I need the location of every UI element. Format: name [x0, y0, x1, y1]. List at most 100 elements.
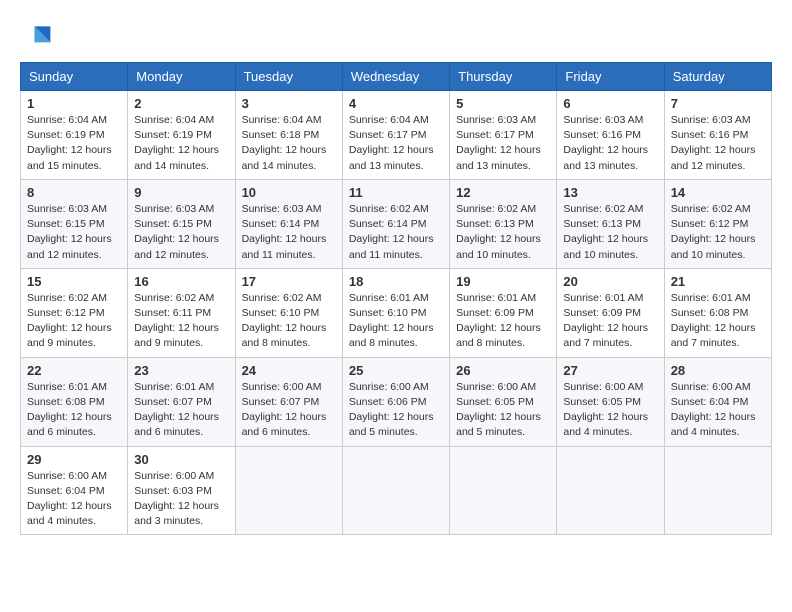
day-number: 13: [563, 185, 657, 200]
day-info: Sunrise: 6:02 AM Sunset: 6:12 PM Dayligh…: [671, 202, 765, 263]
calendar-cell: 4 Sunrise: 6:04 AM Sunset: 6:17 PM Dayli…: [342, 91, 449, 180]
calendar-cell: 16 Sunrise: 6:02 AM Sunset: 6:11 PM Dayl…: [128, 268, 235, 357]
day-info: Sunrise: 6:02 AM Sunset: 6:10 PM Dayligh…: [242, 291, 336, 352]
day-number: 2: [134, 96, 228, 111]
calendar-cell: 29 Sunrise: 6:00 AM Sunset: 6:04 PM Dayl…: [21, 446, 128, 535]
day-info: Sunrise: 6:01 AM Sunset: 6:07 PM Dayligh…: [134, 380, 228, 441]
weekday-header: Monday: [128, 63, 235, 91]
day-number: 27: [563, 363, 657, 378]
calendar-cell: 10 Sunrise: 6:03 AM Sunset: 6:14 PM Dayl…: [235, 179, 342, 268]
calendar-cell: 3 Sunrise: 6:04 AM Sunset: 6:18 PM Dayli…: [235, 91, 342, 180]
day-info: Sunrise: 6:03 AM Sunset: 6:15 PM Dayligh…: [134, 202, 228, 263]
day-number: 10: [242, 185, 336, 200]
calendar-cell: 7 Sunrise: 6:03 AM Sunset: 6:16 PM Dayli…: [664, 91, 771, 180]
calendar-cell: 18 Sunrise: 6:01 AM Sunset: 6:10 PM Dayl…: [342, 268, 449, 357]
day-info: Sunrise: 6:01 AM Sunset: 6:09 PM Dayligh…: [456, 291, 550, 352]
day-number: 29: [27, 452, 121, 467]
calendar-cell: 8 Sunrise: 6:03 AM Sunset: 6:15 PM Dayli…: [21, 179, 128, 268]
calendar-cell: [235, 446, 342, 535]
calendar-cell: 27 Sunrise: 6:00 AM Sunset: 6:05 PM Dayl…: [557, 357, 664, 446]
day-number: 7: [671, 96, 765, 111]
logo-icon: [20, 20, 52, 52]
calendar-cell: 12 Sunrise: 6:02 AM Sunset: 6:13 PM Dayl…: [450, 179, 557, 268]
day-info: Sunrise: 6:03 AM Sunset: 6:16 PM Dayligh…: [671, 113, 765, 174]
day-number: 15: [27, 274, 121, 289]
day-number: 12: [456, 185, 550, 200]
day-number: 4: [349, 96, 443, 111]
day-number: 26: [456, 363, 550, 378]
day-number: 1: [27, 96, 121, 111]
weekday-header: Sunday: [21, 63, 128, 91]
day-info: Sunrise: 6:02 AM Sunset: 6:13 PM Dayligh…: [563, 202, 657, 263]
day-info: Sunrise: 6:03 AM Sunset: 6:15 PM Dayligh…: [27, 202, 121, 263]
calendar-table: SundayMondayTuesdayWednesdayThursdayFrid…: [20, 62, 772, 535]
day-number: 11: [349, 185, 443, 200]
day-info: Sunrise: 6:04 AM Sunset: 6:19 PM Dayligh…: [27, 113, 121, 174]
calendar-cell: 14 Sunrise: 6:02 AM Sunset: 6:12 PM Dayl…: [664, 179, 771, 268]
day-number: 30: [134, 452, 228, 467]
calendar-cell: [557, 446, 664, 535]
day-number: 17: [242, 274, 336, 289]
calendar-cell: 5 Sunrise: 6:03 AM Sunset: 6:17 PM Dayli…: [450, 91, 557, 180]
calendar-cell: 23 Sunrise: 6:01 AM Sunset: 6:07 PM Dayl…: [128, 357, 235, 446]
logo: [20, 20, 56, 52]
day-number: 22: [27, 363, 121, 378]
day-number: 9: [134, 185, 228, 200]
day-info: Sunrise: 6:00 AM Sunset: 6:04 PM Dayligh…: [671, 380, 765, 441]
weekday-header: Saturday: [664, 63, 771, 91]
calendar-cell: [664, 446, 771, 535]
calendar-cell: [450, 446, 557, 535]
calendar-cell: 20 Sunrise: 6:01 AM Sunset: 6:09 PM Dayl…: [557, 268, 664, 357]
calendar-cell: 2 Sunrise: 6:04 AM Sunset: 6:19 PM Dayli…: [128, 91, 235, 180]
calendar-cell: 9 Sunrise: 6:03 AM Sunset: 6:15 PM Dayli…: [128, 179, 235, 268]
calendar-cell: [342, 446, 449, 535]
day-number: 23: [134, 363, 228, 378]
day-info: Sunrise: 6:02 AM Sunset: 6:14 PM Dayligh…: [349, 202, 443, 263]
weekday-header: Tuesday: [235, 63, 342, 91]
weekday-header: Thursday: [450, 63, 557, 91]
day-info: Sunrise: 6:02 AM Sunset: 6:12 PM Dayligh…: [27, 291, 121, 352]
day-info: Sunrise: 6:02 AM Sunset: 6:11 PM Dayligh…: [134, 291, 228, 352]
day-number: 18: [349, 274, 443, 289]
calendar-cell: 22 Sunrise: 6:01 AM Sunset: 6:08 PM Dayl…: [21, 357, 128, 446]
day-info: Sunrise: 6:03 AM Sunset: 6:16 PM Dayligh…: [563, 113, 657, 174]
day-number: 24: [242, 363, 336, 378]
day-number: 3: [242, 96, 336, 111]
calendar-cell: 21 Sunrise: 6:01 AM Sunset: 6:08 PM Dayl…: [664, 268, 771, 357]
day-number: 8: [27, 185, 121, 200]
day-info: Sunrise: 6:00 AM Sunset: 6:04 PM Dayligh…: [27, 469, 121, 530]
day-number: 28: [671, 363, 765, 378]
day-number: 20: [563, 274, 657, 289]
day-number: 19: [456, 274, 550, 289]
day-info: Sunrise: 6:04 AM Sunset: 6:18 PM Dayligh…: [242, 113, 336, 174]
day-info: Sunrise: 6:04 AM Sunset: 6:17 PM Dayligh…: [349, 113, 443, 174]
day-info: Sunrise: 6:04 AM Sunset: 6:19 PM Dayligh…: [134, 113, 228, 174]
calendar-cell: 1 Sunrise: 6:04 AM Sunset: 6:19 PM Dayli…: [21, 91, 128, 180]
day-info: Sunrise: 6:03 AM Sunset: 6:14 PM Dayligh…: [242, 202, 336, 263]
calendar-cell: 25 Sunrise: 6:00 AM Sunset: 6:06 PM Dayl…: [342, 357, 449, 446]
weekday-header: Wednesday: [342, 63, 449, 91]
calendar-cell: 6 Sunrise: 6:03 AM Sunset: 6:16 PM Dayli…: [557, 91, 664, 180]
calendar-cell: 11 Sunrise: 6:02 AM Sunset: 6:14 PM Dayl…: [342, 179, 449, 268]
day-number: 14: [671, 185, 765, 200]
day-info: Sunrise: 6:00 AM Sunset: 6:05 PM Dayligh…: [456, 380, 550, 441]
day-info: Sunrise: 6:00 AM Sunset: 6:05 PM Dayligh…: [563, 380, 657, 441]
day-number: 21: [671, 274, 765, 289]
calendar-cell: 17 Sunrise: 6:02 AM Sunset: 6:10 PM Dayl…: [235, 268, 342, 357]
day-info: Sunrise: 6:01 AM Sunset: 6:10 PM Dayligh…: [349, 291, 443, 352]
weekday-header: Friday: [557, 63, 664, 91]
calendar-cell: 30 Sunrise: 6:00 AM Sunset: 6:03 PM Dayl…: [128, 446, 235, 535]
day-info: Sunrise: 6:00 AM Sunset: 6:03 PM Dayligh…: [134, 469, 228, 530]
calendar-cell: 28 Sunrise: 6:00 AM Sunset: 6:04 PM Dayl…: [664, 357, 771, 446]
day-number: 5: [456, 96, 550, 111]
day-number: 6: [563, 96, 657, 111]
calendar-cell: 24 Sunrise: 6:00 AM Sunset: 6:07 PM Dayl…: [235, 357, 342, 446]
day-number: 25: [349, 363, 443, 378]
calendar-cell: 15 Sunrise: 6:02 AM Sunset: 6:12 PM Dayl…: [21, 268, 128, 357]
calendar-cell: 13 Sunrise: 6:02 AM Sunset: 6:13 PM Dayl…: [557, 179, 664, 268]
day-info: Sunrise: 6:00 AM Sunset: 6:06 PM Dayligh…: [349, 380, 443, 441]
day-info: Sunrise: 6:03 AM Sunset: 6:17 PM Dayligh…: [456, 113, 550, 174]
calendar-cell: 26 Sunrise: 6:00 AM Sunset: 6:05 PM Dayl…: [450, 357, 557, 446]
day-number: 16: [134, 274, 228, 289]
day-info: Sunrise: 6:02 AM Sunset: 6:13 PM Dayligh…: [456, 202, 550, 263]
